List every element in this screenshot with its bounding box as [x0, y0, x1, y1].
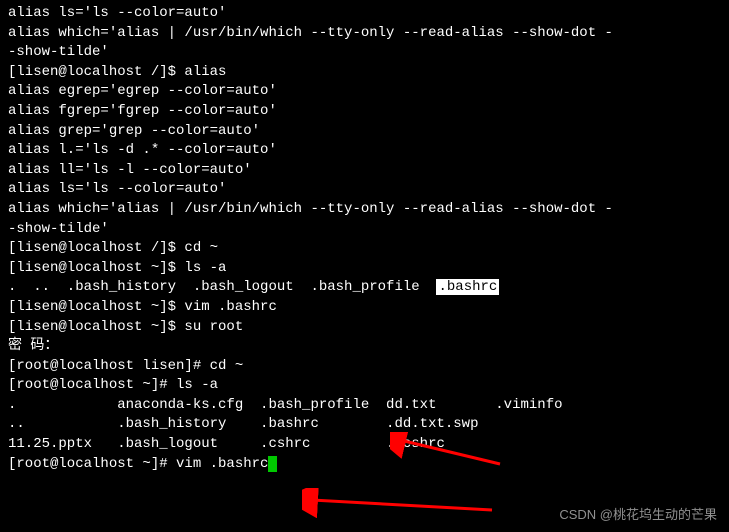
terminal-line: -show-tilde' — [8, 220, 721, 240]
terminal-cursor — [268, 456, 277, 472]
terminal-line: alias which='alias | /usr/bin/which --tt… — [8, 24, 721, 44]
terminal-line: alias grep='grep --color=auto' — [8, 122, 721, 142]
terminal-line: 密 码： — [8, 337, 721, 357]
terminal-line: [lisen@localhost /]$ alias — [8, 63, 721, 83]
watermark: CSDN @桃花坞生动的芒果 — [559, 506, 717, 524]
highlighted-file: .bashrc — [436, 279, 499, 295]
terminal-line: .. .bash_history .bashrc .dd.txt.swp — [8, 415, 721, 435]
terminal-line: [root@localhost lisen]# cd ~ — [8, 357, 721, 377]
terminal-line: [lisen@localhost ~]$ vim .bashrc — [8, 298, 721, 318]
terminal-output: alias ls='ls --color=auto'alias which='a… — [8, 4, 721, 474]
terminal-line: alias fgrep='fgrep --color=auto' — [8, 102, 721, 122]
terminal-line: [root@localhost ~]# ls -a — [8, 376, 721, 396]
terminal-line: alias ls='ls --color=auto' — [8, 4, 721, 24]
terminal-line: 11.25.pptx .bash_logout .cshrc .tcshrc — [8, 435, 721, 455]
terminal-line: [root@localhost ~]# vim .bashrc — [8, 455, 721, 475]
terminal-line: [lisen@localhost ~]$ ls -a — [8, 259, 721, 279]
terminal-line: . anaconda-ks.cfg .bash_profile dd.txt .… — [8, 396, 721, 416]
annotation-arrow-2 — [302, 488, 502, 518]
terminal-line: alias l.='ls -d .* --color=auto' — [8, 141, 721, 161]
terminal-line: . .. .bash_history .bash_logout .bash_pr… — [8, 278, 721, 298]
terminal-line: alias which='alias | /usr/bin/which --tt… — [8, 200, 721, 220]
terminal-line: [lisen@localhost ~]$ su root — [8, 318, 721, 338]
terminal-line: -show-tilde' — [8, 43, 721, 63]
terminal-line: alias ls='ls --color=auto' — [8, 180, 721, 200]
terminal-line: alias egrep='egrep --color=auto' — [8, 82, 721, 102]
terminal-line: alias ll='ls -l --color=auto' — [8, 161, 721, 181]
terminal-line: [lisen@localhost /]$ cd ~ — [8, 239, 721, 259]
